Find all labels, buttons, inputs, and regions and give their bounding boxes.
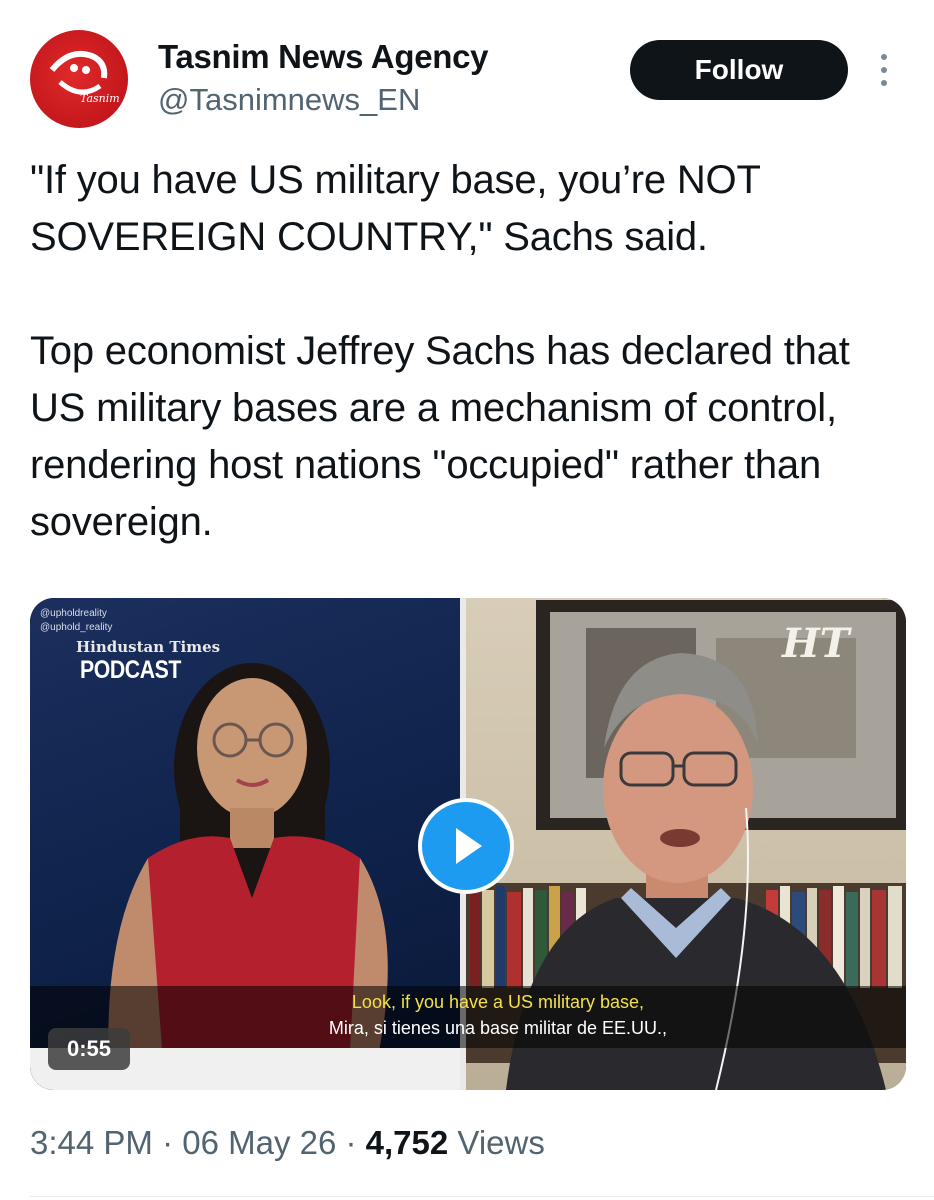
avatar[interactable]: Tasnim [30,30,128,128]
avatar-label: Tasnim [80,92,120,105]
views-label: Views [457,1124,545,1161]
tweet-time[interactable]: 3:44 PM [30,1124,153,1161]
meta-separator: · [336,1124,366,1161]
ht-logo: HT [782,620,850,667]
video-player[interactable]: @upholdreality @uphold_reality Hindustan… [30,598,906,1090]
tweet-header: Tasnim Tasnim News Agency @Tasnimnews_EN… [0,0,934,140]
follow-button[interactable]: Follow [630,40,848,100]
more-options-icon[interactable] [876,54,892,88]
tweet-text: "If you have US military base, you’re NO… [30,158,850,544]
avatar-logo-icon [49,50,108,95]
show-brand: Hindustan Times [76,638,221,656]
show-title: PODCAST [80,656,181,684]
tweet-metadata: 3:44 PM · 06 May 26 · 4,752 Views [30,1124,545,1162]
video-duration-badge: 0:55 [48,1028,130,1070]
watermark-telegram: @uphold_reality [40,622,113,633]
views-count: 4,752 [365,1124,449,1161]
account-name[interactable]: Tasnim News Agency [158,38,489,76]
play-button[interactable] [418,798,514,894]
caption-english: Look, if you have a US military base, [351,992,645,1012]
caption-spanish: Mira, si tienes una base militar de EE.U… [328,1018,668,1038]
divider-line [30,1196,934,1197]
play-icon [456,828,482,864]
meta-separator: · [152,1124,183,1161]
watermark-x: @upholdreality [40,608,107,619]
account-handle[interactable]: @Tasnimnews_EN [158,82,420,118]
tweet-date[interactable]: 06 May 26 [182,1124,336,1161]
